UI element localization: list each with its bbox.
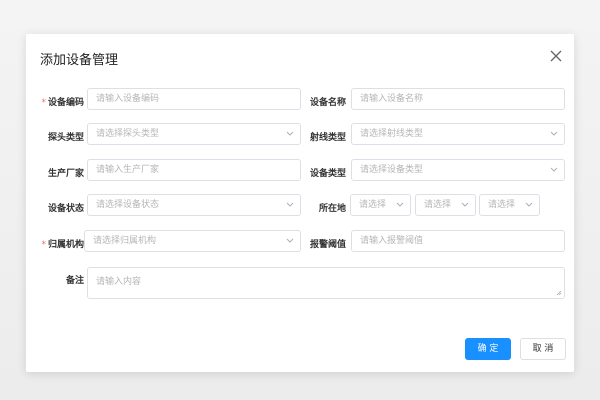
org-label: * 归属机构 xyxy=(26,237,84,250)
required-asterisk: * xyxy=(41,240,46,250)
alarm-threshold-placeholder: 请输入报警阈值 xyxy=(360,236,424,246)
remark-textarea[interactable]: 请输入内容 xyxy=(87,267,565,299)
device-status-select[interactable]: 请选择设备状态 xyxy=(87,194,301,216)
remark-label: 备注 xyxy=(65,276,84,286)
ray-type-placeholder: 请选择射线类型 xyxy=(360,129,424,139)
form-row-5: * 归属机构 请选择归属机构 报警阈值 请输入报警阈值 xyxy=(26,230,574,254)
chevron-down-icon xyxy=(525,202,533,207)
add-device-dialog: 添加设备管理 * 设备编码 请输入设备编码 设备名称 请输入设备名称 探头类型 请… xyxy=(26,34,574,372)
org-placeholder: 请选择归属机构 xyxy=(93,236,157,246)
resize-grip-icon[interactable] xyxy=(556,290,562,296)
device-type-select[interactable]: 请选择设备类型 xyxy=(351,159,565,181)
dialog-title: 添加设备管理 xyxy=(40,53,119,68)
chevron-down-icon xyxy=(550,131,558,136)
location-district-select[interactable]: 请选择 xyxy=(479,194,540,216)
manufacturer-input[interactable]: 请输入生产厂家 xyxy=(87,159,301,181)
form-row-3: 生产厂家 请输入生产厂家 设备类型 请选择设备类型 xyxy=(26,159,574,183)
manufacturer-label: 生产厂家 xyxy=(47,169,84,179)
location-city-select[interactable]: 请选择 xyxy=(415,194,476,216)
confirm-button[interactable]: 确 定 xyxy=(465,338,511,360)
chevron-down-icon xyxy=(550,167,558,172)
device-code-input[interactable]: 请输入设备编码 xyxy=(87,88,301,110)
location-district-placeholder: 请选择 xyxy=(488,200,516,210)
device-type-label: 设备类型 xyxy=(309,169,346,179)
alarm-threshold-label: 报警阈值 xyxy=(309,240,346,250)
device-code-label-text: 设备编码 xyxy=(47,98,84,108)
manufacturer-placeholder: 请输入生产厂家 xyxy=(96,165,160,175)
org-select[interactable]: 请选择归属机构 xyxy=(84,230,301,252)
alarm-threshold-input[interactable]: 请输入报警阈值 xyxy=(351,230,565,252)
form-row-4: 设备状态 请选择设备状态 所在地 请选择 请选择 请选择 xyxy=(26,194,574,218)
ray-type-label: 射线类型 xyxy=(309,133,346,143)
chevron-down-icon xyxy=(396,202,404,207)
ray-type-select[interactable]: 请选择射线类型 xyxy=(351,123,565,145)
device-name-label: 设备名称 xyxy=(309,98,346,108)
device-status-label: 设备状态 xyxy=(47,204,84,214)
device-code-label: * 设备编码 xyxy=(26,95,84,108)
required-asterisk: * xyxy=(41,98,46,108)
device-name-placeholder: 请输入设备名称 xyxy=(360,94,424,104)
device-code-placeholder: 请输入设备编码 xyxy=(96,94,160,104)
probe-type-select[interactable]: 请选择探头类型 xyxy=(87,123,301,145)
location-label: 所在地 xyxy=(318,204,346,214)
location-province-select[interactable]: 请选择 xyxy=(350,194,411,216)
probe-type-label: 探头类型 xyxy=(47,133,84,143)
org-label-text: 归属机构 xyxy=(47,240,84,250)
remark-placeholder: 请输入内容 xyxy=(96,277,142,287)
location-province-placeholder: 请选择 xyxy=(359,200,387,210)
cancel-button[interactable]: 取 消 xyxy=(520,338,566,360)
close-icon[interactable] xyxy=(548,48,564,64)
probe-type-placeholder: 请选择探头类型 xyxy=(96,129,160,139)
device-name-input[interactable]: 请输入设备名称 xyxy=(351,88,565,110)
device-type-placeholder: 请选择设备类型 xyxy=(360,165,424,175)
chevron-down-icon xyxy=(461,202,469,207)
form-row-1: * 设备编码 请输入设备编码 设备名称 请输入设备名称 xyxy=(26,88,574,112)
form-row-2: 探头类型 请选择探头类型 射线类型 请选择射线类型 xyxy=(26,123,574,147)
location-city-placeholder: 请选择 xyxy=(424,200,452,210)
device-status-placeholder: 请选择设备状态 xyxy=(96,200,160,210)
